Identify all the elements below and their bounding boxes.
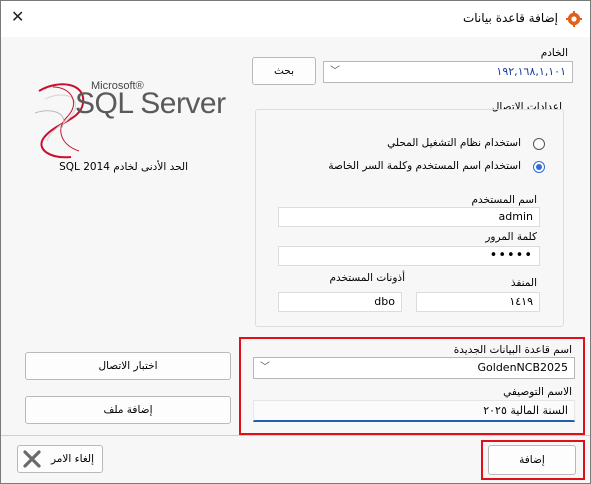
test-connection-button[interactable]: اختبار الاتصال: [25, 352, 231, 380]
description-field[interactable]: السنة المالية ٢٠٢٥: [253, 400, 575, 422]
radio-local-os-label: استخدام نظام التشغيل المحلي: [387, 137, 521, 149]
user-permissions-value: dbo: [374, 295, 395, 308]
user-permissions-field[interactable]: dbo: [278, 292, 402, 312]
chevron-down-icon: ﹀: [330, 66, 340, 77]
radio-local-os[interactable]: [533, 138, 545, 150]
sql-server-logo: Microsoft® SQL Server: [31, 73, 231, 165]
port-label: المنفذ: [510, 277, 537, 289]
min-version-note: الحد الأدنى لخادم SQL 2014: [59, 161, 188, 173]
footer-divider: [1, 435, 590, 436]
add-file-button[interactable]: إضافة ملف: [25, 396, 231, 424]
description-value: السنة المالية ٢٠٢٥: [483, 404, 568, 417]
password-label: كلمة المرور: [485, 231, 537, 243]
username-value: admin: [498, 210, 533, 223]
search-button-label: بحث: [273, 65, 294, 77]
server-value: ١٩٢,١٦٨,١,١٠١: [496, 65, 566, 78]
window-title: إضافة قاعدة بيانات: [462, 11, 558, 25]
port-field[interactable]: ١٤١٩: [416, 292, 540, 312]
server-select[interactable]: ﹀ ١٩٢,١٦٨,١,١٠١: [323, 61, 573, 83]
port-value: ١٤١٩: [509, 295, 533, 308]
add-label: إضافة: [519, 454, 545, 466]
new-db-name-value: GoldenNCB2025: [477, 361, 568, 374]
search-button[interactable]: بحث: [252, 57, 316, 85]
cancel-label: إلغاء الامر: [51, 453, 94, 465]
new-db-name-select[interactable]: ﹀ GoldenNCB2025: [253, 357, 575, 379]
gear-icon: [566, 11, 582, 27]
dialog-body: Microsoft® SQL Server الحد الأدنى لخادم …: [1, 37, 590, 483]
password-field[interactable]: •••••: [278, 246, 540, 266]
username-label: اسم المستخدم: [471, 194, 537, 206]
add-file-label: إضافة ملف: [103, 404, 153, 416]
add-database-dialog: إضافة قاعدة بيانات ✕ Microsoft® SQL Serv…: [0, 0, 591, 484]
radio-username-password-label: استخدام اسم المستخدم وكلمة السر الخاصة: [328, 160, 521, 172]
close-icon[interactable]: ✕: [11, 9, 24, 25]
connection-settings-group: استخدام نظام التشغيل المحلي استخدام اسم …: [255, 109, 564, 327]
add-button[interactable]: إضافة: [488, 445, 576, 475]
title-bar: إضافة قاعدة بيانات ✕: [1, 1, 590, 37]
username-field[interactable]: admin: [278, 207, 540, 227]
new-db-name-label: اسم قاعدة البيانات الجديدة: [453, 344, 572, 356]
server-label: الخادم: [540, 47, 568, 59]
cross-icon: [23, 450, 41, 468]
test-connection-label: اختبار الاتصال: [98, 360, 158, 372]
cancel-button[interactable]: إلغاء الامر: [17, 445, 103, 473]
user-permissions-label: أذونات المستخدم: [329, 272, 405, 284]
radio-username-password[interactable]: [533, 161, 545, 173]
password-value: •••••: [489, 248, 533, 263]
description-label: الاسم التوصيفي: [503, 386, 572, 398]
chevron-down-icon: ﹀: [260, 362, 270, 373]
logo-product: SQL Server: [75, 87, 226, 120]
